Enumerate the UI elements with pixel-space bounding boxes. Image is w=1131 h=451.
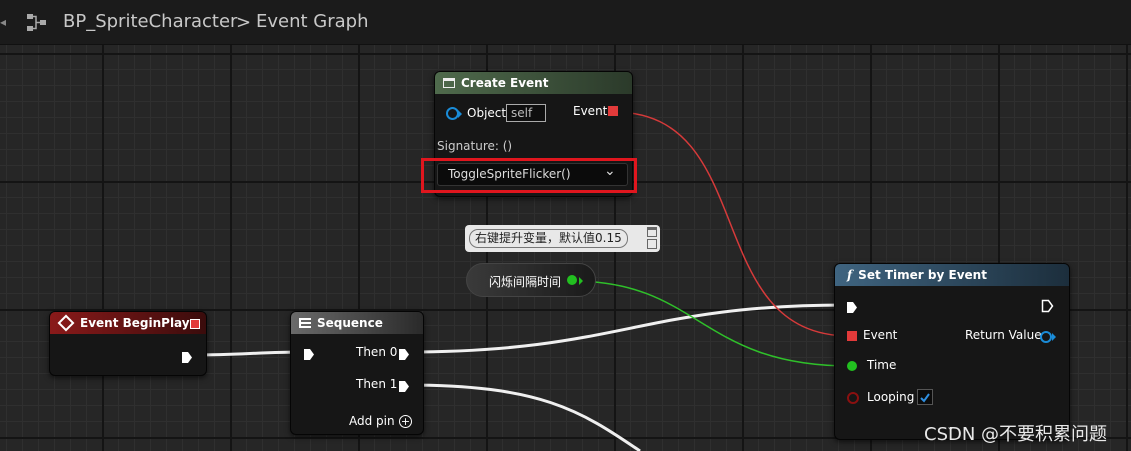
function-icon: f: [847, 268, 853, 282]
graph-icon: [26, 13, 48, 37]
beginplay-header[interactable]: Event BeginPlay: [50, 312, 206, 334]
set-timer-title: Set Timer by Event: [858, 268, 987, 282]
event-output-pin-icon[interactable]: [608, 106, 618, 116]
signature-dropdown-value: ToggleSpriteFlicker(): [448, 167, 571, 181]
set-timer-exec-in-icon[interactable]: [846, 299, 858, 318]
return-value-pin-icon[interactable]: [1040, 331, 1052, 343]
delegate-square-icon: [190, 319, 200, 329]
event-node-icon: [443, 78, 455, 88]
create-event-title: Create Event: [461, 76, 549, 90]
then1-label: Then 1: [356, 377, 398, 391]
signature-label: Signature: (): [437, 139, 513, 153]
time-input-pin-icon[interactable]: [847, 361, 857, 371]
sequence-header[interactable]: Sequence: [291, 312, 423, 334]
signature-dropdown[interactable]: ToggleSpriteFlicker() ⌄: [437, 163, 628, 186]
add-pin-label[interactable]: Add pin: [349, 414, 395, 428]
variable-output-pin-icon[interactable]: [567, 275, 577, 285]
looping-checkbox[interactable]: [917, 389, 933, 405]
looping-pin-icon[interactable]: [847, 392, 859, 404]
sequence-exec-in-icon[interactable]: [303, 346, 315, 365]
return-value-label: Return Value: [965, 328, 1042, 342]
variable-label: 闪烁间隔时间: [489, 275, 562, 289]
return-value-arrow-icon: [1052, 333, 1056, 341]
beginplay-exec-out-icon[interactable]: [181, 349, 193, 368]
variable-getter-node[interactable]: 闪烁间隔时间: [466, 263, 596, 297]
set-timer-header[interactable]: f Set Timer by Event: [835, 264, 1069, 286]
variable-output-arrow-icon: [579, 277, 583, 285]
event-diamond-icon: [57, 314, 75, 332]
then0-exec-out-icon[interactable]: [398, 346, 410, 365]
sequence-title: Sequence: [317, 316, 383, 330]
pin-comment-icon[interactable]: [647, 227, 657, 237]
watermark: CSDN @不要积累问题: [924, 424, 1108, 445]
breadcrumb-separator: >: [236, 12, 252, 33]
set-timer-node[interactable]: f Set Timer by Event: [834, 263, 1070, 440]
comment-bubble[interactable]: 右键提升变量，默认值0.15: [465, 225, 660, 252]
chevron-down-icon[interactable]: ⌄: [604, 163, 616, 179]
object-pin-label: Object: [467, 106, 507, 120]
event-input-label: Event: [863, 328, 898, 342]
create-event-header[interactable]: Create Event: [435, 72, 632, 94]
event-output-label: Event: [573, 104, 608, 118]
then0-label: Then 0: [356, 345, 398, 359]
beginplay-title: Event BeginPlay: [80, 316, 190, 330]
collapse-comment-icon[interactable]: [647, 239, 657, 249]
object-pin-arrow-icon: [458, 110, 462, 118]
add-pin-plus-icon[interactable]: +: [399, 415, 412, 428]
time-input-label: Time: [867, 358, 897, 372]
sequence-icon: [299, 318, 311, 328]
breadcrumb-graph[interactable]: Event Graph: [256, 11, 369, 32]
comment-text: 右键提升变量，默认值0.15: [469, 229, 628, 248]
back-arrow-icon[interactable]: ◂: [0, 15, 6, 29]
breadcrumb-blueprint[interactable]: BP_SpriteCharacter: [63, 11, 237, 32]
object-value-input[interactable]: self: [506, 104, 546, 122]
event-input-pin-icon[interactable]: [847, 331, 857, 341]
set-timer-exec-out-icon[interactable]: [1041, 298, 1054, 317]
graph-header: ◂ BP_SpriteCharacter > Event Graph: [0, 0, 1131, 45]
checkmark-icon: [920, 393, 930, 403]
then1-exec-out-icon[interactable]: [398, 378, 410, 397]
looping-label: Looping: [867, 390, 915, 404]
